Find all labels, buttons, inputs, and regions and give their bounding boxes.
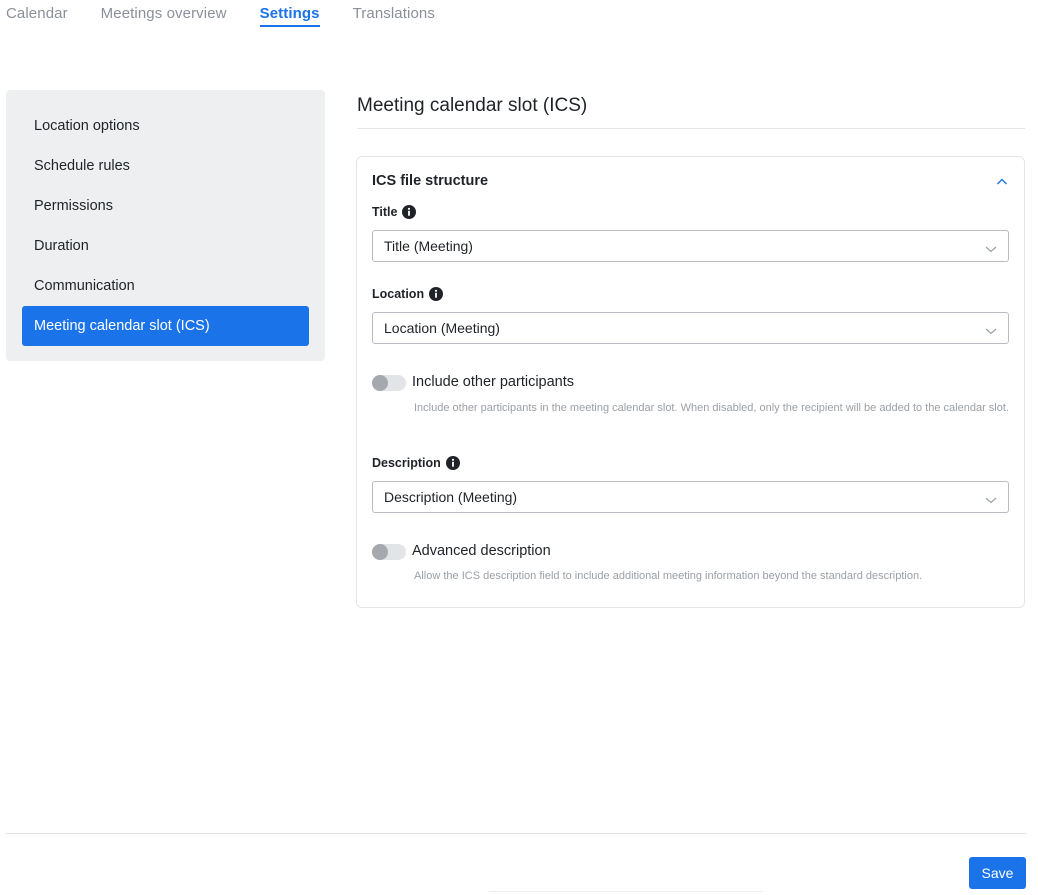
tab-meetings-overview[interactable]: Meetings overview (101, 0, 227, 27)
description-label-text: Description (372, 456, 441, 470)
chevron-down-icon (984, 323, 998, 335)
info-icon[interactable] (445, 456, 460, 470)
title-select-value: Title (Meeting) (384, 238, 473, 254)
footer-divider (6, 833, 1026, 834)
title-label-text: Title (372, 205, 398, 219)
card-title: ICS file structure (372, 173, 489, 189)
description-field-label: Description (372, 456, 460, 470)
include-participants-help: Include other participants in the meetin… (414, 402, 1009, 414)
include-participants-toggle[interactable] (372, 375, 406, 391)
toggle-knob (372, 544, 388, 560)
description-select[interactable]: Description (Meeting) (372, 481, 1009, 513)
sidebar-item-duration[interactable]: Duration (22, 226, 309, 266)
sidebar-item-permissions[interactable]: Permissions (22, 186, 309, 226)
sidebar-item-meeting-calendar-slot[interactable]: Meeting calendar slot (ICS) (22, 306, 309, 346)
info-icon[interactable] (402, 205, 417, 219)
bottom-edge-decoration (489, 891, 763, 895)
save-button[interactable]: Save (969, 857, 1026, 889)
tab-translations[interactable]: Translations (353, 0, 435, 27)
info-icon[interactable] (429, 287, 444, 301)
title-field-label: Title (372, 205, 417, 219)
top-navigation: Calendar Meetings overview Settings Tran… (6, 0, 468, 34)
location-select-value: Location (Meeting) (384, 320, 500, 336)
sidebar-item-communication[interactable]: Communication (22, 266, 309, 306)
chevron-up-icon[interactable] (994, 174, 1010, 190)
location-label-text: Location (372, 287, 425, 301)
include-participants-label: Include other participants (412, 374, 575, 390)
description-select-value: Description (Meeting) (384, 489, 518, 505)
chevron-down-icon (984, 492, 998, 504)
sidebar-item-location-options[interactable]: Location options (22, 106, 309, 146)
advanced-description-label: Advanced description (412, 543, 551, 559)
location-select[interactable]: Location (Meeting) (372, 312, 1009, 344)
tab-settings[interactable]: Settings (259, 0, 320, 27)
advanced-description-toggle[interactable] (372, 544, 406, 560)
sidebar-item-schedule-rules[interactable]: Schedule rules (22, 146, 309, 186)
advanced-description-help: Allow the ICS description field to inclu… (414, 570, 923, 582)
page-title: Meeting calendar slot (ICS) (357, 95, 588, 116)
settings-sidebar: Location options Schedule rules Permissi… (6, 90, 325, 361)
ics-structure-card: ICS file structure Title Title (Meeting)… (356, 156, 1025, 608)
toggle-knob (372, 375, 388, 391)
location-field-label: Location (372, 287, 444, 301)
chevron-down-icon (984, 241, 998, 253)
title-select[interactable]: Title (Meeting) (372, 230, 1009, 262)
title-divider (357, 128, 1025, 129)
tab-calendar[interactable]: Calendar (6, 0, 68, 27)
